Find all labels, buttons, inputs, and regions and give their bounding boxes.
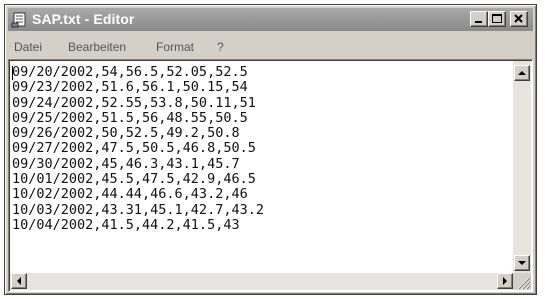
scroll-right-button[interactable]: [497, 273, 513, 289]
resize-grip-icon: [517, 277, 531, 290]
arrow-left-icon: [17, 277, 21, 285]
text-editor-frame: 09/20/2002,54,56.5,52.05,52.5 09/23/2002,…: [8, 59, 533, 292]
text-line: 09/20/2002,54,56.5,52.05,52.5: [12, 65, 248, 80]
menu-bar: Datei Bearbeiten Format ?: [8, 33, 533, 59]
text-line: 09/23/2002,51.6,56.1,50.15,54: [12, 79, 248, 96]
horizontal-scrollbar[interactable]: [10, 273, 514, 290]
arrow-down-icon: [518, 261, 526, 265]
maximize-button[interactable]: [488, 11, 506, 27]
scroll-up-button[interactable]: [514, 65, 530, 81]
notepad-icon[interactable]: [11, 11, 29, 28]
arrow-up-icon: [518, 71, 526, 75]
editor-window: SAP.txt - Editor Datei Bearbeiten Format…: [4, 4, 537, 295]
text-line: 09/26/2002,50,52.5,49.2,50.8: [12, 125, 240, 142]
menu-bearbeiten[interactable]: Bearbeiten: [68, 40, 126, 54]
text-line: 09/30/2002,45,46.3,43.1,45.7: [12, 155, 240, 172]
text-line: 09/24/2002,52.55,53.8,50.11,51: [12, 94, 256, 111]
text-line: 10/04/2002,41.5,44.2,41.5,43: [12, 216, 240, 233]
vertical-scrollbar[interactable]: [513, 61, 531, 274]
menu-help[interactable]: ?: [217, 40, 224, 54]
text-area[interactable]: 09/20/2002,54,56.5,52.05,52.5 09/23/2002,…: [12, 65, 514, 273]
minimize-button[interactable]: [470, 11, 488, 27]
arrow-right-icon: [503, 277, 507, 285]
text-line: 10/03/2002,43.31,45.1,42.7,43.2: [12, 201, 264, 218]
menu-format[interactable]: Format: [156, 40, 194, 54]
text-line: 09/25/2002,51.5,56,48.55,50.5: [12, 109, 248, 126]
scroll-down-button[interactable]: [514, 255, 530, 271]
text-caret: [12, 66, 13, 80]
scroll-left-button[interactable]: [11, 273, 27, 289]
close-icon: [514, 14, 523, 23]
maximize-icon: [492, 14, 502, 23]
close-button[interactable]: [510, 11, 528, 27]
text-line: 10/01/2002,45.5,47.5,42.9,46.5: [12, 171, 256, 188]
window-title: SAP.txt - Editor: [32, 11, 135, 27]
text-line: 10/02/2002,44.44,46.6,43.2,46: [12, 186, 248, 203]
resize-grip[interactable]: [513, 273, 531, 290]
text-line: 09/27/2002,47.5,50.5,46.8,50.5: [12, 140, 256, 157]
minimize-icon: [475, 21, 482, 23]
title-bar[interactable]: SAP.txt - Editor: [8, 8, 533, 31]
menu-datei[interactable]: Datei: [14, 40, 42, 54]
